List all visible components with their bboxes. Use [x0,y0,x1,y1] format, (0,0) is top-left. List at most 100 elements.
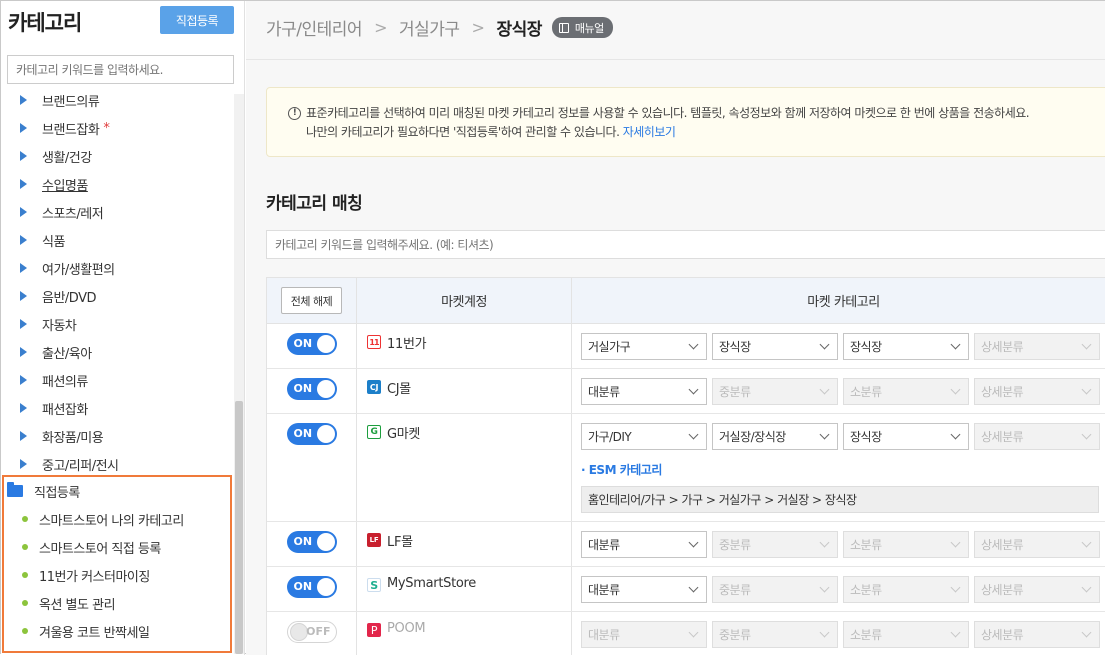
breadcrumb-item[interactable]: 가구/인테리어 [266,15,363,40]
category-select-detail[interactable]: 상세분류 [974,576,1100,603]
expand-triangle-icon[interactable] [20,403,27,413]
category-item[interactable]: 수입명품 [1,170,233,198]
expand-triangle-icon[interactable] [20,179,27,189]
header-cell-toggle: 전체 해제 [267,278,357,323]
expand-triangle-icon[interactable] [20,235,27,245]
category-select-detail[interactable]: 상세분류 [974,423,1100,450]
expand-triangle-icon[interactable] [20,263,27,273]
category-select-small[interactable]: 소분류 [843,531,969,558]
custom-category-item[interactable]: 옥션 별도 관리 [4,589,230,617]
market-category-search-input[interactable] [266,230,1105,259]
category-select-large[interactable]: 대분류 [581,576,707,603]
market-toggle[interactable]: ON [286,576,337,598]
category-item[interactable]: 브랜드의류 [1,86,233,114]
expand-triangle-icon[interactable] [20,431,27,441]
category-select-medium[interactable]: 거실장/장식장 [712,423,838,450]
select-value: 상세분류 [981,430,1024,444]
category-item[interactable]: 자동차 [1,310,233,338]
category-label: 식품 [42,234,65,250]
select-value: 중분류 [719,538,751,552]
category-select-large[interactable]: 대분류 [581,531,707,558]
chevron-down-icon [819,627,830,638]
category-item[interactable]: 출산/육아 [1,338,233,366]
toggle-knob [289,623,308,641]
market-toggle[interactable]: ON [286,378,337,400]
market-name: CJ몰 [387,382,411,397]
category-item[interactable]: 생활/건강 [1,142,233,170]
expand-triangle-icon[interactable] [20,291,27,301]
category-item[interactable]: 화장품/미용 [1,422,233,450]
category-label: 생활/건강 [42,150,92,166]
custom-category-item[interactable]: 겨울용 코트 반짝세일 [4,617,230,645]
chevron-down-icon [1081,537,1092,548]
category-select-medium[interactable]: 중분류 [712,531,838,558]
clear-all-button[interactable]: 전체 해제 [281,287,342,314]
category-item[interactable]: 음반/DVD [1,282,233,310]
category-select-medium[interactable]: 중분류 [712,576,838,603]
custom-category-heading[interactable]: 직접등록 [4,477,230,505]
category-select-large[interactable]: 대분류 [581,378,707,405]
market-toggle[interactable]: OFF [286,621,337,643]
category-search-input[interactable] [7,55,234,84]
expand-triangle-icon[interactable] [20,319,27,329]
toggle-cell: ON [267,414,357,521]
category-select-small[interactable]: 장식장 [843,333,969,360]
category-select-large[interactable]: 거실가구 [581,333,707,360]
category-select-small[interactable]: 소분류 [843,621,969,648]
expand-triangle-icon[interactable] [20,207,27,217]
learn-more-link[interactable]: 자세히보기 [623,125,676,139]
select-value: 장식장 [850,340,882,354]
select-value: 거실장/장식장 [719,430,786,444]
category-select-large[interactable]: 가구/DIY [581,423,707,450]
manual-button[interactable]: 매뉴얼 [551,17,613,38]
custom-category-item[interactable]: 스마트스토어 나의 카테고리 [4,505,230,533]
chevron-down-icon [819,339,830,350]
market-toggle[interactable]: ON [286,531,337,553]
category-item[interactable]: 스포츠/레저 [1,198,233,226]
custom-category-item[interactable]: 11번가 커스터마이징 [4,561,230,589]
manual-label: 매뉴얼 [574,21,604,35]
category-select-detail[interactable]: 상세분류 [974,378,1100,405]
category-item[interactable]: 중고/리퍼/전시 [1,450,233,478]
category-cell: 가구/DIY 거실장/장식장 장식장 상세분류 · ESM 카테고리 홈인테리어… [572,414,1105,521]
category-select-small[interactable]: 소분류 [843,576,969,603]
expand-triangle-icon[interactable] [20,459,27,469]
expand-triangle-icon[interactable] [20,151,27,161]
breadcrumb-item[interactable]: 거실가구 [399,15,460,40]
category-item[interactable]: 패션의류 [1,366,233,394]
category-select-medium[interactable]: 중분류 [712,378,838,405]
category-item[interactable]: 브랜드잡화 * [1,114,233,142]
bullet-dot-icon [22,628,28,634]
expand-triangle-icon[interactable] [20,95,27,105]
header-divider [246,59,1105,60]
category-select-medium[interactable]: 중분류 [712,621,838,648]
category-select-detail[interactable]: 상세분류 [974,531,1100,558]
select-value: 대분류 [588,628,620,642]
expand-triangle-icon[interactable] [20,123,27,133]
select-value: 상세분류 [981,583,1024,597]
expand-triangle-icon[interactable] [20,347,27,357]
direct-register-button[interactable]: 직접등록 [160,6,234,34]
category-select-small[interactable]: 장식장 [843,423,969,450]
market-name: 11번가 [387,337,427,352]
category-select-small[interactable]: 소분류 [843,378,969,405]
chevron-down-icon [819,582,830,593]
select-value: 상세분류 [981,538,1024,552]
notice-line-1: 표준카테고리를 선택하여 미리 매칭된 마켓 카테고리 정보를 사용할 수 있습… [306,106,1030,120]
custom-category-item[interactable]: 스마트스토어 직접 등록 [4,533,230,561]
category-item[interactable]: 패션잡화 [1,394,233,422]
category-item[interactable]: 식품 [1,226,233,254]
category-select-detail[interactable]: 상세분류 [974,621,1100,648]
category-item[interactable]: 여가/생활편의 [1,254,233,282]
category-select-large[interactable]: 대분류 [581,621,707,648]
breadcrumb: 가구/인테리어 > 거실가구 > 장식장 매뉴얼 [266,15,613,40]
expand-triangle-icon[interactable] [20,375,27,385]
market-toggle[interactable]: ON [286,333,337,355]
header-market-category: 마켓 카테고리 [807,295,880,310]
market-toggle[interactable]: ON [286,423,337,445]
category-select-detail[interactable]: 상세분류 [974,333,1100,360]
table-row: OFF P POOM 대분류 중분류 소분류 상세분류 [267,612,1105,655]
sidebar-scrollbar-thumb[interactable] [235,401,243,654]
category-label: 브랜드잡화 [42,122,100,138]
category-select-medium[interactable]: 장식장 [712,333,838,360]
